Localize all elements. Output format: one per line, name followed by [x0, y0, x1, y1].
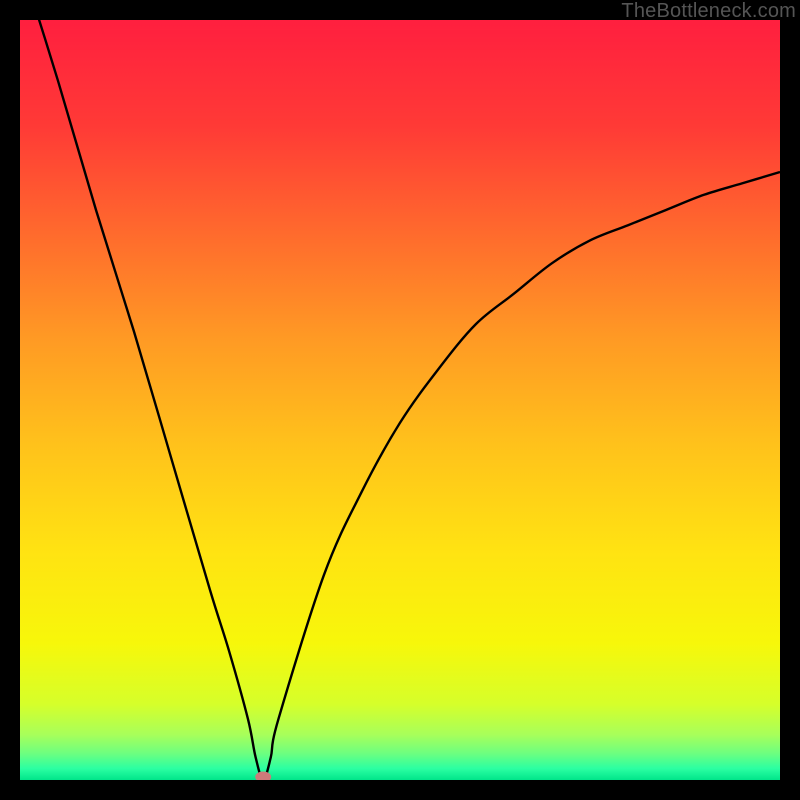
chart-background — [20, 20, 780, 780]
watermark-text: TheBottleneck.com — [621, 0, 796, 23]
chart-frame — [20, 20, 780, 780]
bottleneck-chart — [20, 20, 780, 780]
